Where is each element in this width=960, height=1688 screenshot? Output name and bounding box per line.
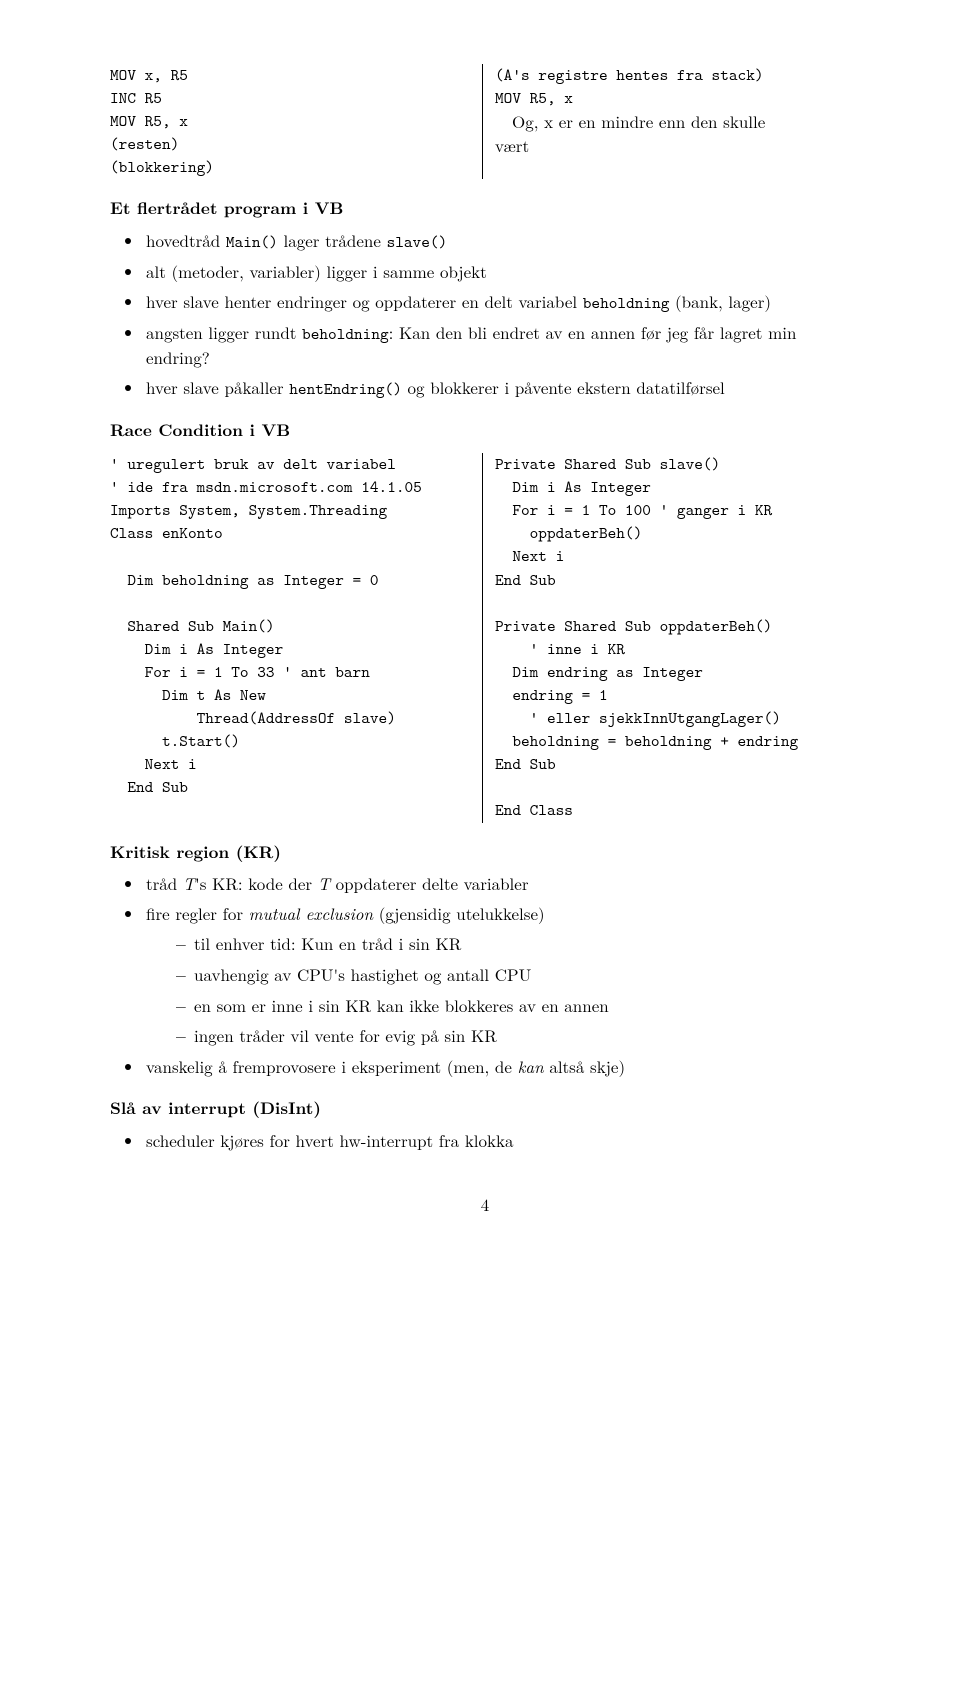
- dash-2: uavhengig av CPU's hastighet og antall C…: [176, 963, 860, 988]
- bullet-5: hver slave påkaller hentEndring() og blo…: [144, 376, 860, 401]
- text: hovedtråd: [146, 228, 226, 252]
- code: beholdning: [583, 292, 670, 314]
- page-number: 4: [110, 1193, 860, 1217]
- bullet-2: alt (metoder, variabler) ligger i samme …: [144, 260, 860, 284]
- italic: mutual exclusion: [249, 901, 373, 925]
- italic: kan: [518, 1054, 544, 1078]
- section-heading-2: Race Condition i VB: [110, 419, 860, 443]
- bullet-3: hver slave henter endringer og oppdatere…: [144, 290, 860, 315]
- bullet-list-2: tråd T's KR: kode der T oppdaterer delte…: [110, 872, 860, 1079]
- text: oppdaterer delte variabler: [330, 871, 529, 895]
- prose-2: vært: [495, 133, 529, 157]
- section-heading-1: Et flertrådet program i VB: [110, 197, 860, 221]
- var-T: T: [183, 871, 195, 895]
- code: beholdning: [302, 323, 389, 345]
- bullet-1: hovedtråd Main() lager trådene slave(): [144, 229, 860, 254]
- section-heading-4: Slå av interrupt (DisInt): [110, 1097, 860, 1121]
- code-right-l1: (A's registre hentes fra stack): [495, 64, 860, 87]
- code-right-prose: Og, x er en mindre enn den skulle vært: [495, 110, 860, 158]
- text: hver slave henter endringer og oppdatere…: [146, 289, 583, 313]
- code-block-2-left: ' uregulert bruk av delt variabel ' ide …: [110, 453, 482, 823]
- text: og blokkerer i påvente ekstern datatilfø…: [402, 375, 725, 399]
- section-heading-3: Kritisk region (KR): [110, 841, 860, 865]
- dash-1: til enhver tid: Kun en tråd i sin KR: [176, 932, 860, 957]
- code-right-l2: MOV R5, x: [495, 87, 860, 110]
- text: tråd: [146, 871, 183, 895]
- code-block-2: ' uregulert bruk av delt variabel ' ide …: [110, 453, 860, 823]
- text: (gjensidig utelukkelse): [373, 901, 545, 925]
- prose-1: Og, x er en mindre enn den skulle: [495, 109, 765, 133]
- dash-4: ingen tråder vil vente for evig på sin K…: [176, 1024, 860, 1049]
- code: slave(): [387, 231, 448, 253]
- bullet-c3: vanskelig å fremprovosere i eksperiment …: [144, 1055, 860, 1079]
- code-right: Private Shared Sub slave() Dim i As Inte…: [495, 453, 860, 823]
- code-block-1: MOV x, R5 INC R5 MOV R5, x (resten) (blo…: [110, 64, 860, 179]
- dash-3: en som er inne i sin KR kan ikke blokker…: [176, 994, 860, 1019]
- var-T: T: [318, 871, 330, 895]
- bullet-c2: fire regler for mutual exclusion (gjensi…: [144, 902, 860, 1049]
- dash-list: til enhver tid: Kun en tråd i sin KR uav…: [146, 932, 860, 1049]
- bullet-list-3: scheduler kjøres for hvert hw-interrupt …: [110, 1129, 860, 1153]
- text: (bank, lager): [669, 289, 771, 313]
- code: hentEndring(): [289, 378, 402, 400]
- code-left: MOV x, R5 INC R5 MOV R5, x (resten) (blo…: [110, 64, 470, 179]
- text: altså skje): [544, 1054, 625, 1078]
- text: vanskelig å fremprovosere i eksperiment …: [146, 1054, 518, 1078]
- code-left: ' uregulert bruk av delt variabel ' ide …: [110, 453, 470, 799]
- code: Main(): [226, 231, 278, 253]
- bullet-4: angsten ligger rundt beholdning: Kan den…: [144, 321, 860, 370]
- code-block-1-left: MOV x, R5 INC R5 MOV R5, x (resten) (blo…: [110, 64, 482, 179]
- text: angsten ligger rundt: [146, 320, 302, 344]
- code-block-2-right: Private Shared Sub slave() Dim i As Inte…: [482, 453, 860, 823]
- bullet-c1: tråd T's KR: kode der T oppdaterer delte…: [144, 872, 860, 896]
- text: 's KR: kode der: [195, 871, 318, 895]
- text: lager trådene: [278, 228, 387, 252]
- code-block-1-right: (A's registre hentes fra stack) MOV R5, …: [482, 64, 860, 179]
- bullet-list-1: hovedtråd Main() lager trådene slave() a…: [110, 229, 860, 401]
- text: fire regler for: [146, 901, 249, 925]
- bullet-e1: scheduler kjøres for hvert hw-interrupt …: [144, 1129, 860, 1153]
- text: hver slave påkaller: [146, 375, 289, 399]
